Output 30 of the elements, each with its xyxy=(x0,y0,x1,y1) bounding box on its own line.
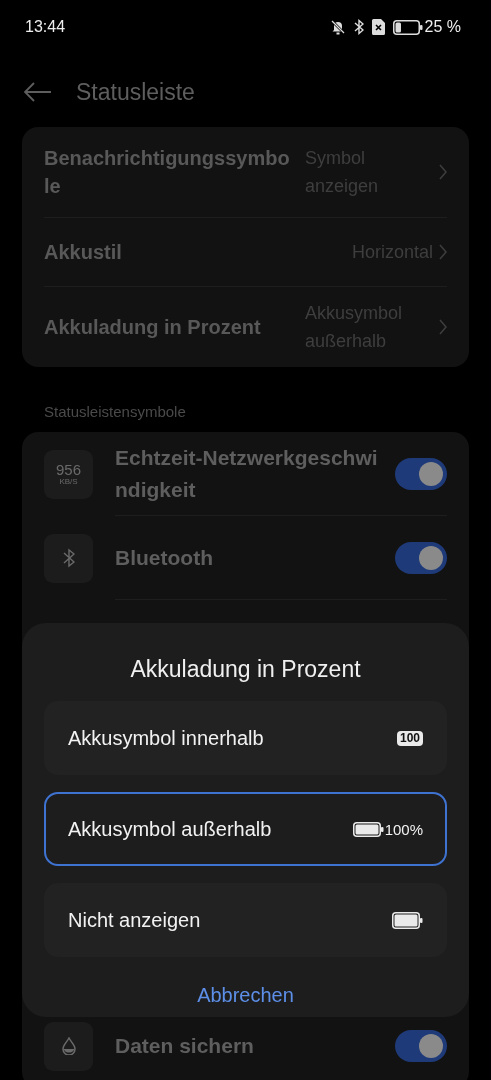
battery-icon xyxy=(392,19,423,35)
toggle-label: Daten sichern xyxy=(115,1032,255,1059)
toggle-switch[interactable] xyxy=(395,1029,447,1062)
chevron-icon xyxy=(439,319,447,335)
back-arrow-icon[interactable] xyxy=(24,82,52,102)
bluetooth-icon xyxy=(353,19,364,35)
toggle-label: Bluetooth xyxy=(115,544,214,571)
bluetooth-icon xyxy=(44,533,93,583)
section-label: Statusleistensymbole xyxy=(43,402,187,422)
battery-icon xyxy=(392,911,423,929)
battery-percent: 25 % xyxy=(424,18,461,36)
cancel-button[interactable]: Abbrechen xyxy=(189,980,302,1011)
option-item[interactable]: Akkusymbol innerhalb 100 xyxy=(44,701,447,775)
muted-bell-icon xyxy=(329,19,346,35)
speed-icon: 956 KB/S xyxy=(44,449,93,499)
battery-icon: 100 xyxy=(396,730,423,746)
option-item[interactable]: Nicht anzeigen xyxy=(44,883,447,957)
drop-icon xyxy=(44,1021,93,1071)
status-time: 13:44 xyxy=(25,18,67,36)
toggle-switch[interactable] xyxy=(395,457,447,490)
option-item[interactable]: Akkusymbol außerhalb 100% xyxy=(44,792,447,866)
battery-percent: 100% xyxy=(384,820,423,838)
chevron-icon xyxy=(439,164,447,180)
toggle-label: Echtzeit-Netzwerkgeschwindigkeit xyxy=(115,444,379,503)
sim-icon xyxy=(371,19,385,35)
chevron-icon xyxy=(439,244,447,260)
battery-icon xyxy=(352,821,384,837)
toggle-switch[interactable] xyxy=(395,541,447,574)
page-title: Statusleiste xyxy=(76,78,195,106)
sheet-title: Akkuladung in Prozent xyxy=(129,656,362,683)
